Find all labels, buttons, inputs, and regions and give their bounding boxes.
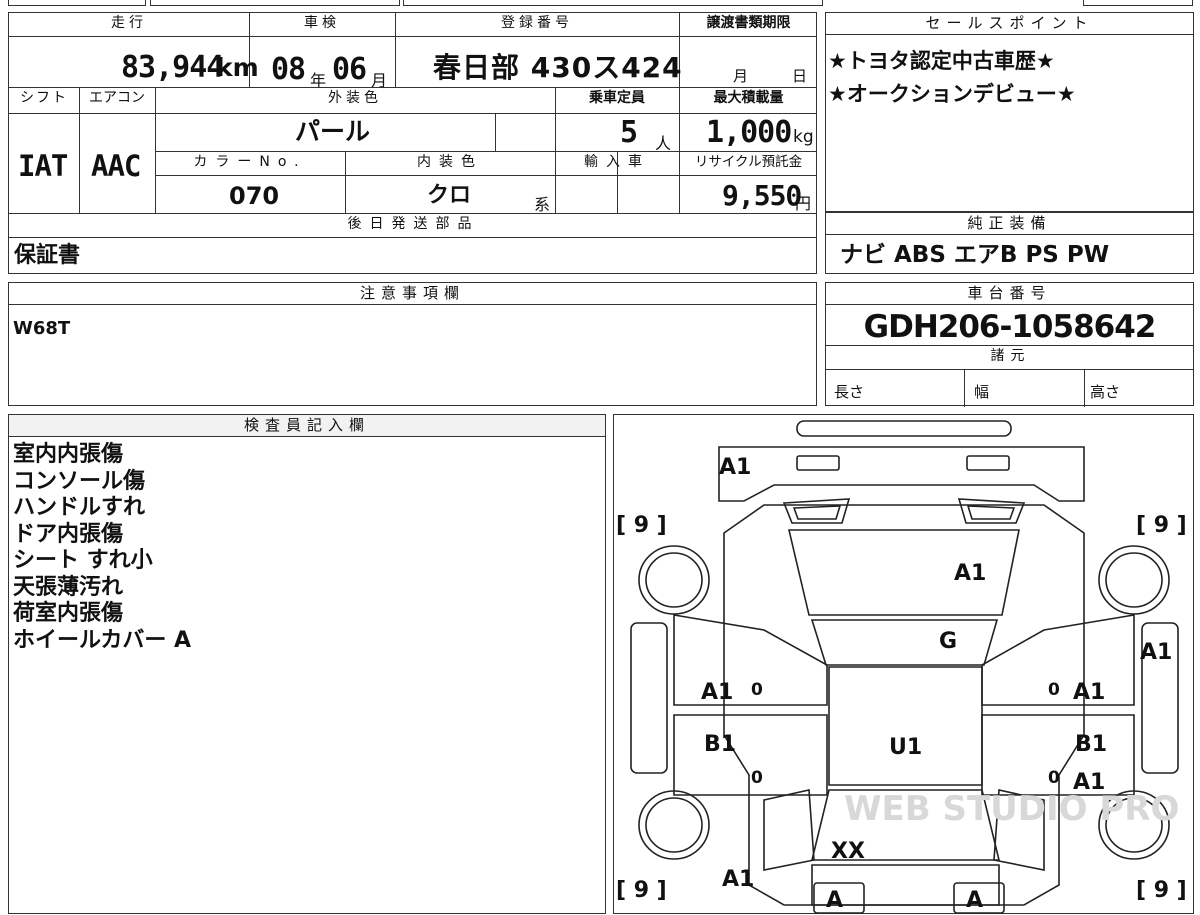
inspector-item: ドア内張傷: [13, 521, 124, 547]
mark-left-rear-door: B1: [704, 732, 736, 757]
dimensions-label: 諸元: [990, 348, 1031, 364]
capacity-value: 5: [620, 115, 638, 150]
max-load-label: 最大積載量: [713, 90, 784, 106]
inspector-label: 検査員記入欄: [9, 415, 605, 437]
recycle-fee-label: リサイクル預託金: [694, 154, 803, 170]
mark-windshield: G: [939, 629, 957, 654]
equipment-value: ナビ ABS エアB PS PW: [840, 242, 1110, 268]
max-load-unit: kg: [793, 127, 814, 147]
interior-color-label: 内装色: [417, 154, 483, 170]
sales-points-label: セールスポイント: [826, 13, 1193, 35]
chassis-label: 車台番号: [826, 283, 1193, 305]
color-no-label: カラーNo.: [193, 154, 307, 170]
mark-left-quarter: A1: [722, 867, 754, 892]
dimension-length-label: 長さ: [834, 383, 865, 401]
inspector-item: シート すれ小: [13, 548, 153, 573]
mark-roof: U1: [889, 735, 922, 760]
max-load-value: 1,000: [706, 115, 792, 150]
tire-mark-rear-left: [ 9 ]: [616, 878, 667, 903]
tire-mark-front-left: [ 9 ]: [616, 513, 667, 538]
sales-point-line-1: ★トヨタ認定中古車歴★: [828, 49, 1055, 73]
top-cutoff-strip: [8, 0, 1193, 6]
chassis-box: 車台番号 GDH206-1058642 諸元 長さ 幅 高さ: [825, 282, 1194, 407]
inspector-item: 天張薄汚れ: [13, 574, 124, 600]
sales-points-box: セールスポイント ★トヨタ認定中古車歴★ ★オークションデビュー★: [825, 12, 1194, 212]
mark-rear-left: A: [826, 888, 843, 913]
watermark: WEB STUDIO PRO: [844, 789, 1179, 829]
zero-mark: 0: [751, 680, 763, 700]
mileage-unit: km: [216, 53, 259, 82]
later-parts-value: 保証書: [14, 243, 81, 268]
deadline-day: 日: [792, 67, 808, 85]
registration-value: 春日部 430ス424: [433, 51, 683, 84]
inspector-box: 検査員記入欄 室内内張傷 コンソール傷 ハンドルすれ ドア内張傷 シート すれ小…: [8, 414, 606, 914]
mileage-value: 83,944: [121, 50, 224, 85]
transfer-deadline-label: 譲渡書類期限: [706, 15, 791, 31]
capacity-label: 乗車定員: [589, 90, 645, 106]
color-no-value: 070: [229, 182, 280, 210]
damage-diagram: WEB STUDIO PRO [ 9 ] [ 9 ] [ 9 ] [ 9 ] A…: [613, 414, 1194, 914]
mark-rear-right: A: [966, 888, 983, 913]
shaken-month: 06: [332, 52, 367, 87]
equipment-box: 純正装備 ナビ ABS エアB PS PW: [825, 212, 1194, 274]
mark-left-front-door: A1: [701, 680, 733, 705]
shift-value: IAT: [18, 149, 68, 183]
spec-table: 走行 車検 登録番号 譲渡書類期限 83,944 km 08 年 06 月 春日…: [8, 12, 817, 274]
later-parts-label: 後日発送部品: [347, 216, 480, 232]
mark-right-rear: A1: [1073, 770, 1105, 795]
recycle-fee-value: 9,550: [722, 179, 802, 212]
notes-box: 注意事項欄 W68T: [8, 282, 817, 406]
zero-mark: 0: [751, 768, 763, 788]
notes-label: 注意事項欄: [9, 283, 816, 305]
inspector-item: 荷室内張傷: [13, 601, 124, 626]
deadline-month: 月: [733, 67, 749, 85]
mileage-label: 走行: [111, 15, 147, 31]
tire-mark-rear-right: [ 9 ]: [1136, 878, 1187, 903]
aircon-value: AAC: [91, 149, 141, 183]
mark-front-bumper: A1: [719, 455, 751, 480]
car-outline: WEB STUDIO PRO [ 9 ] [ 9 ] [ 9 ] [ 9 ] A…: [616, 420, 1187, 914]
registration-label: 登録番号: [501, 15, 573, 31]
interior-color-suffix: 系: [534, 195, 551, 214]
inspector-list: 室内内張傷 コンソール傷 ハンドルすれ ドア内張傷 シート すれ小 天張薄汚れ …: [13, 442, 191, 654]
mark-rear-glass: XX: [831, 839, 865, 864]
import-label: 輸入車: [584, 154, 650, 170]
inspector-item: 室内内張傷: [13, 442, 124, 467]
exterior-color-label: 外装色: [328, 90, 382, 106]
zero-mark: 0: [1048, 768, 1060, 788]
dimension-width-label: 幅: [974, 383, 990, 401]
mark-right-fender: A1: [1140, 640, 1172, 665]
mark-right-front-door: A1: [1073, 680, 1105, 705]
notes-value: W68T: [13, 318, 71, 339]
exterior-color-value: パール: [295, 117, 371, 146]
shift-label: シフト: [20, 90, 68, 106]
inspector-item: ハンドルすれ: [13, 495, 146, 520]
zero-mark: 0: [1048, 680, 1060, 700]
recycle-fee-unit: 円: [795, 194, 812, 213]
tire-mark-front-right: [ 9 ]: [1136, 513, 1187, 538]
chassis-value: GDH206-1058642: [863, 309, 1157, 345]
sales-point-line-2: ★オークションデビュー★: [828, 82, 1076, 106]
mark-right-rear-door: B1: [1075, 732, 1107, 757]
inspector-item: コンソール傷: [13, 468, 146, 494]
aircon-label: エアコン: [89, 90, 145, 106]
shaken-year: 08: [271, 52, 306, 87]
equipment-label: 純正装備: [826, 213, 1193, 235]
dimension-height-label: 高さ: [1090, 383, 1121, 401]
interior-color-value: クロ: [427, 183, 472, 208]
inspector-item: ホイールカバー A: [13, 627, 192, 653]
shaken-label: 車検: [304, 15, 340, 31]
mark-hood: A1: [954, 561, 986, 586]
